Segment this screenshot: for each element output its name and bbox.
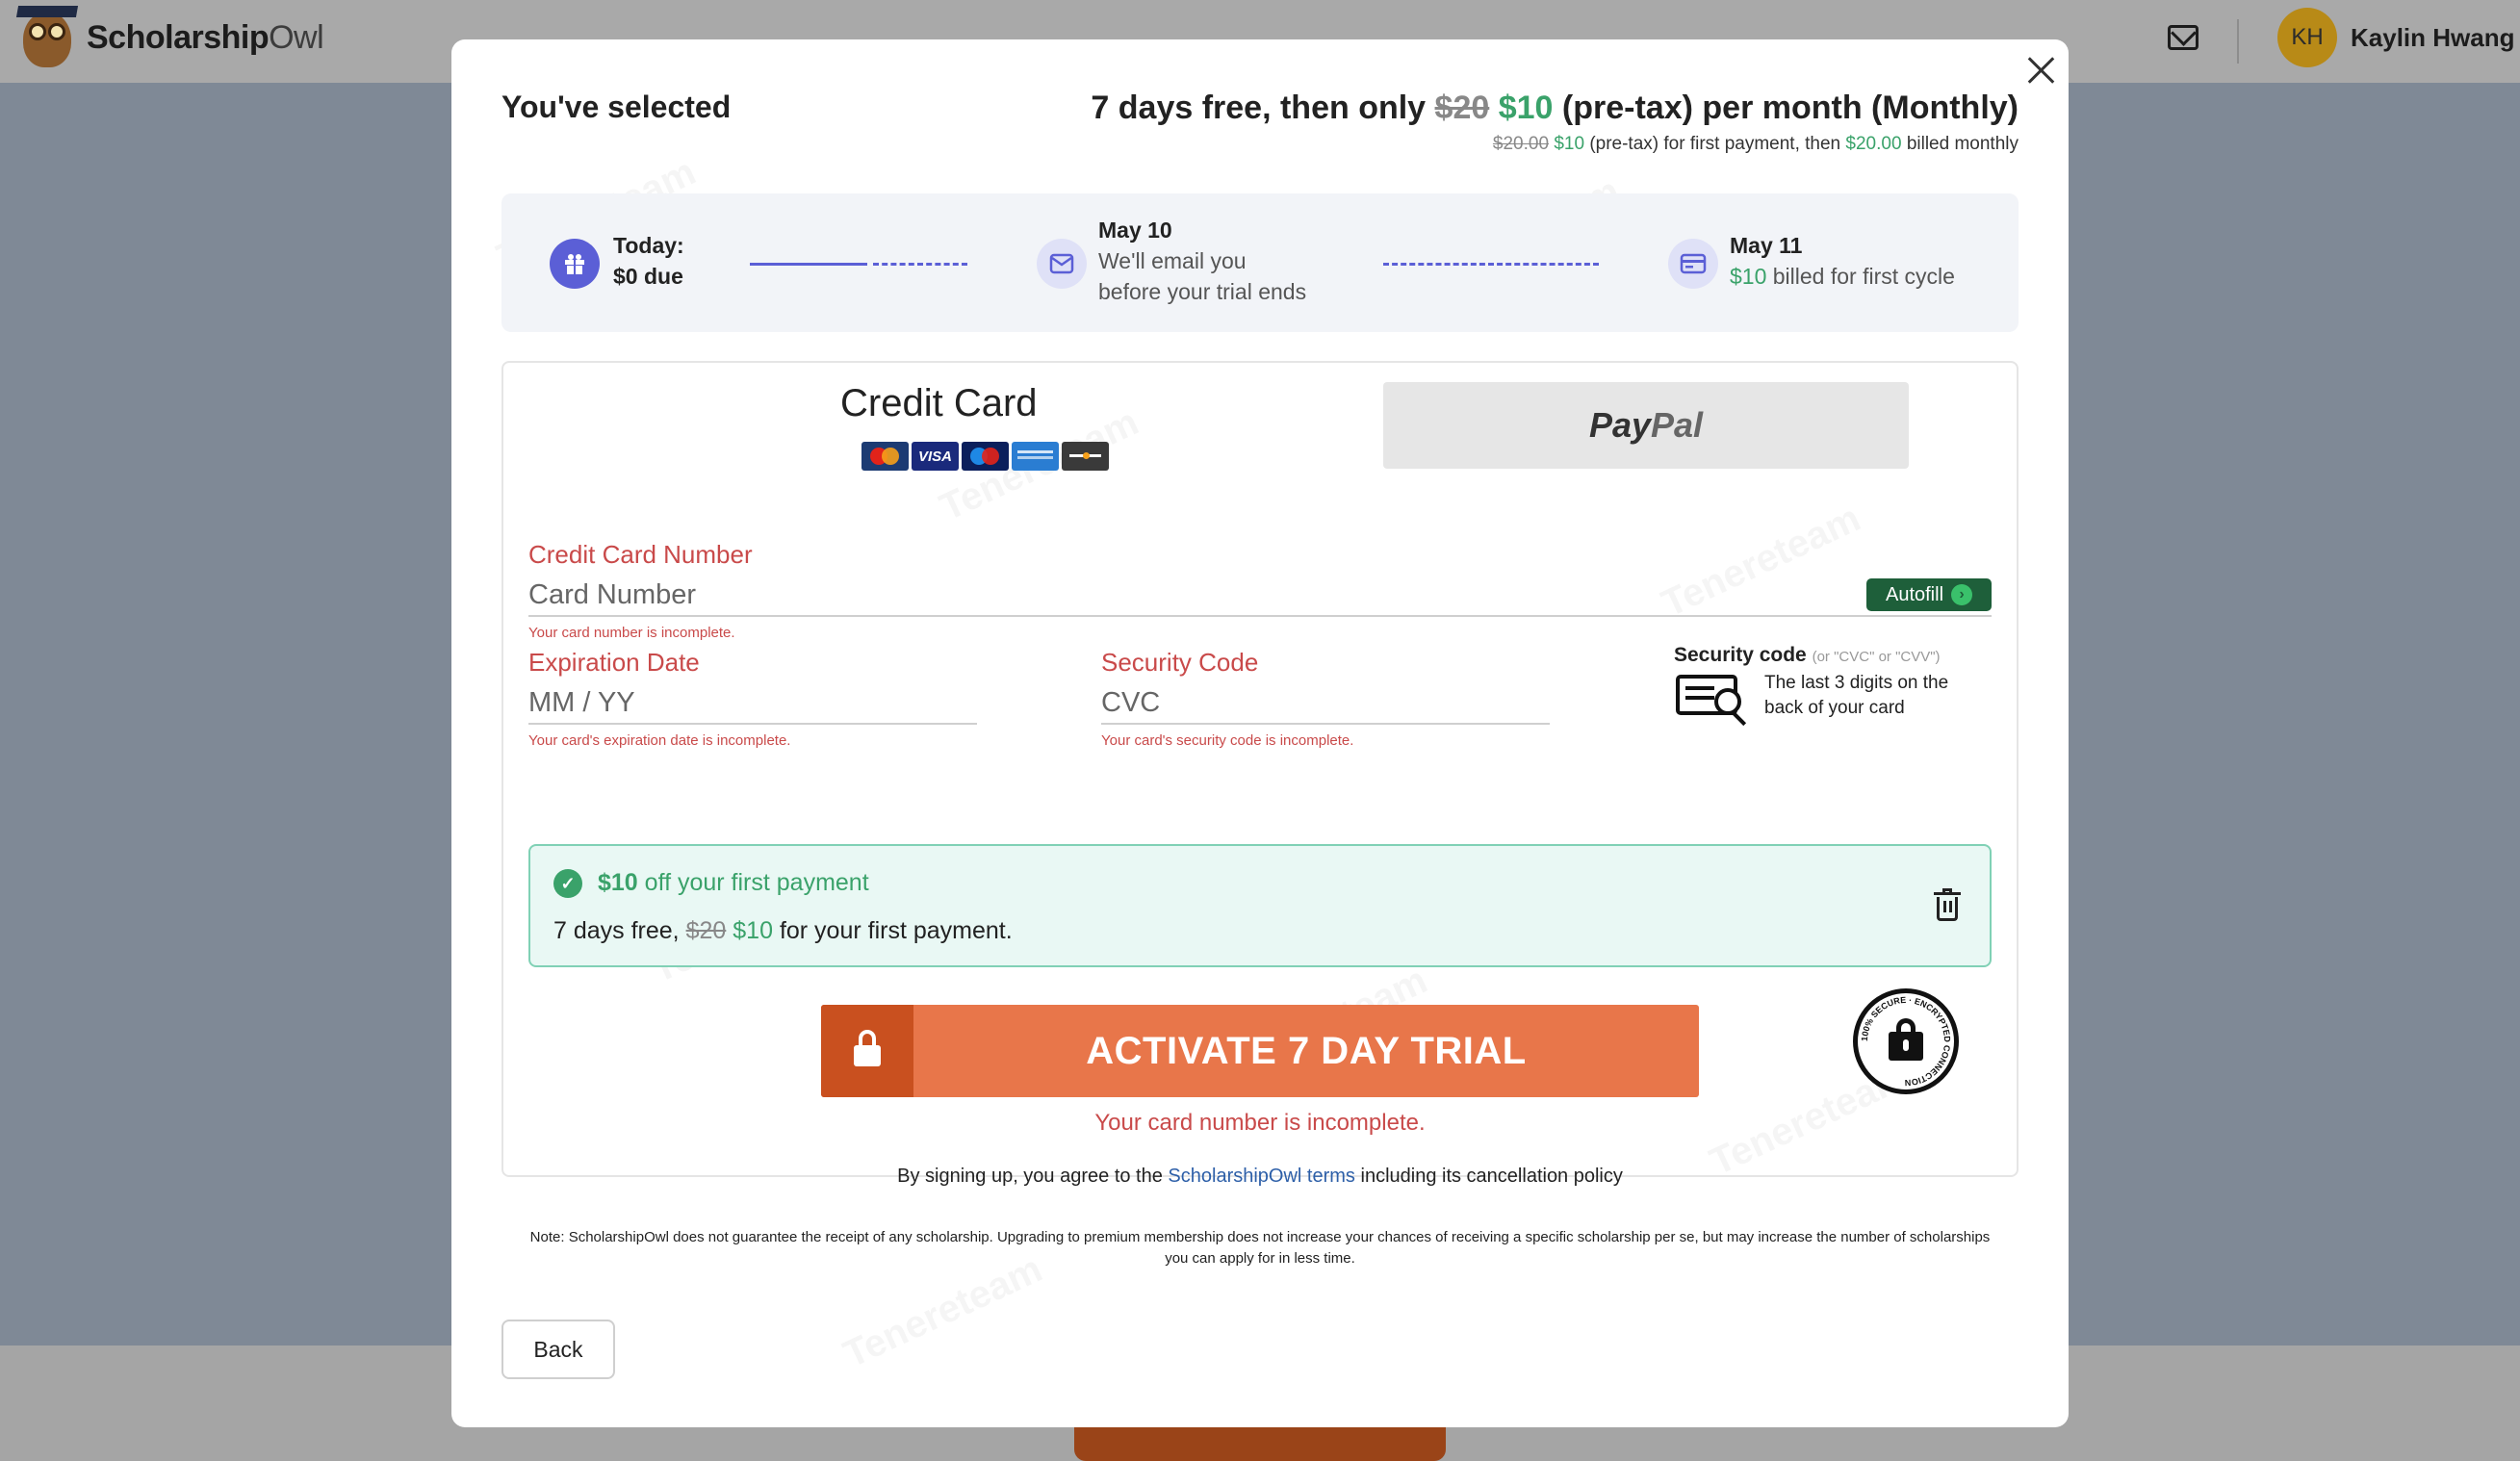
submit-error: Your card number is incomplete. xyxy=(1094,1110,1426,1136)
lock-icon xyxy=(854,1030,881,1068)
expiry-error: Your card's expiration date is incomplet… xyxy=(528,732,791,749)
payment-form: Credit Card VISA Pay Pal Credit Card Numb… xyxy=(501,361,2019,1187)
owl-logo-icon xyxy=(15,4,79,71)
plan-summary: 7 days free, then only $20 $10 (pre-tax)… xyxy=(1091,90,2019,126)
security-code-error: Your card's security code is incomplete. xyxy=(1101,732,1354,749)
gift-icon xyxy=(550,239,600,289)
logo-text: ScholarshipOwl xyxy=(87,18,324,56)
discover-icon xyxy=(1062,442,1109,471)
security-code-input[interactable] xyxy=(1101,682,1550,725)
secure-connection-badge: 100% SECURE · ENCRYPTED CONNECTION xyxy=(1853,988,1959,1094)
mastercard-icon xyxy=(861,442,909,471)
timeline-email-reminder: May 10 We'll email you before your trial e… xyxy=(1098,218,1307,304)
activate-trial-button[interactable]: ACTIVATE 7 DAY TRIAL xyxy=(821,1005,1699,1097)
plan-old-price: $20 xyxy=(1434,90,1490,126)
discount-description: 7 days free, $20 $10 for your first paym… xyxy=(553,917,1013,944)
navbar-divider xyxy=(2237,19,2239,64)
card-number-label: Credit Card Number xyxy=(528,540,753,569)
close-icon[interactable] xyxy=(2022,51,2061,90)
checkout-modal: Tenereteam Tenereteam Tenereteam Teneret… xyxy=(451,39,2069,1427)
autofill-button[interactable]: Autofill › xyxy=(1866,578,1992,611)
tab-credit-card[interactable]: Credit Card xyxy=(840,382,1038,425)
disclaimer-note: Note: ScholarshipOwl does not guarantee … xyxy=(529,1229,1991,1267)
plan-new-price: $10 xyxy=(1498,90,1554,126)
card-number-input[interactable] xyxy=(528,575,1992,617)
maestro-icon xyxy=(962,442,1009,471)
paypal-button[interactable]: Pay Pal xyxy=(1383,382,1909,469)
discount-banner: ✓ $10 off your first payment 7 days free… xyxy=(528,844,1992,967)
timeline-progress xyxy=(750,263,867,266)
expiry-label: Expiration Date xyxy=(528,648,700,677)
trial-timeline: Today: $0 due May 10 We'll email you before… xyxy=(501,193,2019,332)
trash-icon[interactable] xyxy=(1934,888,1961,921)
email-icon xyxy=(1037,239,1087,289)
accepted-cards: VISA xyxy=(861,442,1109,471)
visa-icon: VISA xyxy=(912,442,959,471)
terms-link[interactable]: ScholarshipOwl terms xyxy=(1168,1166,1355,1187)
avatar[interactable]: KH xyxy=(2277,8,2337,67)
check-circle-icon: ✓ xyxy=(553,869,582,898)
terms-text: By signing up, you agree to the Scholars… xyxy=(897,1166,1623,1187)
plan-billing-details: $20.00 $10 (pre-tax) for first payment, … xyxy=(1492,134,2019,154)
selected-title: You've selected xyxy=(501,90,732,124)
security-code-label: Security Code xyxy=(1101,648,1259,677)
card-number-error: Your card number is incomplete. xyxy=(528,625,735,641)
expiry-input[interactable] xyxy=(528,682,977,725)
timeline-billing: May 11 $10 billed for first cycle xyxy=(1730,233,1955,289)
background-button xyxy=(1074,1424,1446,1461)
security-code-help: Security code (or "CVC" or "CVV") The la… xyxy=(1674,644,2001,727)
discount-title: $10 off your first payment xyxy=(598,869,869,896)
scholarshipowl-logo[interactable]: ScholarshipOwl xyxy=(15,4,324,71)
user-name[interactable]: Kaylin Hwang xyxy=(2351,23,2514,53)
cvv-card-icon xyxy=(1674,671,1751,727)
back-button[interactable]: Back xyxy=(501,1320,615,1379)
mail-icon[interactable] xyxy=(2168,25,2199,50)
card-icon xyxy=(1668,239,1718,289)
arrow-right-icon: › xyxy=(1951,584,1973,605)
timeline-today: Today: $0 due xyxy=(613,233,684,289)
amex-icon xyxy=(1012,442,1059,471)
